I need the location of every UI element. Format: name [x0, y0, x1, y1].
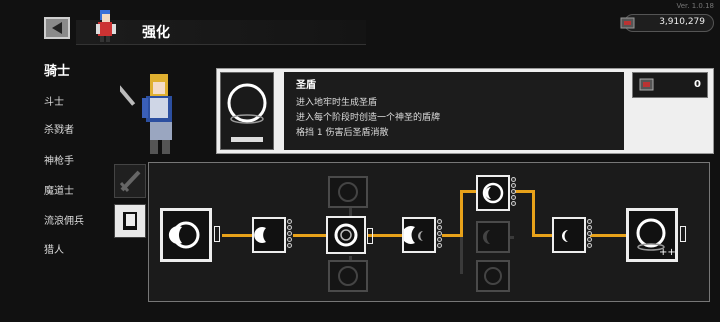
- tree-line: [293, 234, 327, 237]
- item-icon-box: [220, 72, 274, 150]
- sword-icon: [119, 170, 141, 192]
- weapon-tab[interactable]: [114, 164, 146, 198]
- skill-node-6[interactable]: [552, 217, 586, 253]
- tree-line: [514, 190, 534, 193]
- tree-line: [510, 236, 514, 239]
- book-tab[interactable]: [114, 204, 146, 238]
- shield-heart-icon: [338, 182, 358, 202]
- skill-node-2[interactable]: [252, 217, 286, 253]
- holy-shield-plus-icon: ++: [636, 218, 676, 258]
- header-character-sprite: [84, 6, 128, 44]
- tree-line: [368, 234, 402, 237]
- holy-shield-icon: [334, 223, 358, 247]
- reward-count: 0: [694, 79, 701, 90]
- skill-node-locked[interactable]: [476, 260, 510, 292]
- reward-box: 0: [632, 72, 708, 98]
- node-dots: [437, 219, 443, 249]
- tree-line: [460, 190, 463, 237]
- tree-line: [532, 190, 535, 237]
- item-level-bar: [231, 137, 263, 142]
- moon-shield-icon: [168, 221, 200, 249]
- node-indicator: [367, 228, 373, 244]
- skill-node-locked[interactable]: [328, 260, 368, 292]
- shield-icon: [338, 266, 358, 286]
- item-desc-line-1: 进入地牢时生成圣盾: [296, 98, 378, 108]
- tree-line: [460, 236, 463, 274]
- node-indicator: [214, 226, 220, 242]
- version-label: Ver. 1.0.18: [676, 2, 714, 10]
- knight-hero-sprite: [112, 68, 182, 158]
- item-name: 圣盾: [296, 80, 316, 91]
- tree-line: [442, 234, 462, 237]
- book-icon: [123, 212, 137, 230]
- item-desc-line-3: 格挡 1 伤害后圣盾消散: [296, 128, 389, 138]
- crescent-icon: [483, 230, 490, 244]
- back-button[interactable]: [44, 17, 70, 39]
- sidebar-item-mercenary[interactable]: 流浪佣兵: [44, 212, 84, 227]
- double-crescent-icon: [401, 226, 423, 244]
- crescent-icon: [562, 230, 568, 242]
- skill-node-3[interactable]: [326, 216, 366, 254]
- tree-line: [590, 234, 626, 237]
- sidebar-item-knight[interactable]: 骑士: [44, 60, 70, 79]
- node-dots: [287, 219, 293, 249]
- moon-orb-icon: [482, 182, 504, 204]
- sidebar-item-hunter[interactable]: 猎人: [44, 241, 64, 256]
- page-title: 强化: [142, 25, 170, 41]
- node-indicator: [680, 226, 686, 242]
- item-desc-line-2: 进入每个阶段时创造一个神圣的盾牌: [296, 113, 441, 123]
- skill-node-start[interactable]: [160, 208, 212, 262]
- skill-node-locked[interactable]: [476, 221, 510, 253]
- skill-node-4[interactable]: [401, 217, 436, 253]
- crescent-icon: [254, 227, 266, 243]
- moon-orb-icon: [484, 267, 502, 285]
- tree-line: [532, 234, 552, 237]
- currency-display: 3,910,279: [620, 14, 714, 32]
- tree-line: [222, 234, 252, 237]
- svg-text:++: ++: [659, 247, 675, 258]
- sidebar-item-slayer[interactable]: 杀戮者: [44, 121, 74, 136]
- gem-icon: [619, 15, 637, 31]
- sidebar-item-mage[interactable]: 魔道士: [44, 182, 74, 197]
- node-dots: [587, 219, 593, 249]
- skill-node-5[interactable]: [476, 175, 510, 211]
- sidebar-item-fighter[interactable]: 斗士: [44, 93, 64, 108]
- gem-icon: [639, 77, 655, 97]
- skill-node-locked[interactable]: [328, 176, 368, 208]
- skill-node-final[interactable]: ++: [626, 208, 678, 262]
- currency-amount: 3,910,279: [659, 17, 705, 27]
- sidebar-item-gunslinger[interactable]: 神枪手: [44, 152, 74, 167]
- node-dots: [511, 177, 517, 207]
